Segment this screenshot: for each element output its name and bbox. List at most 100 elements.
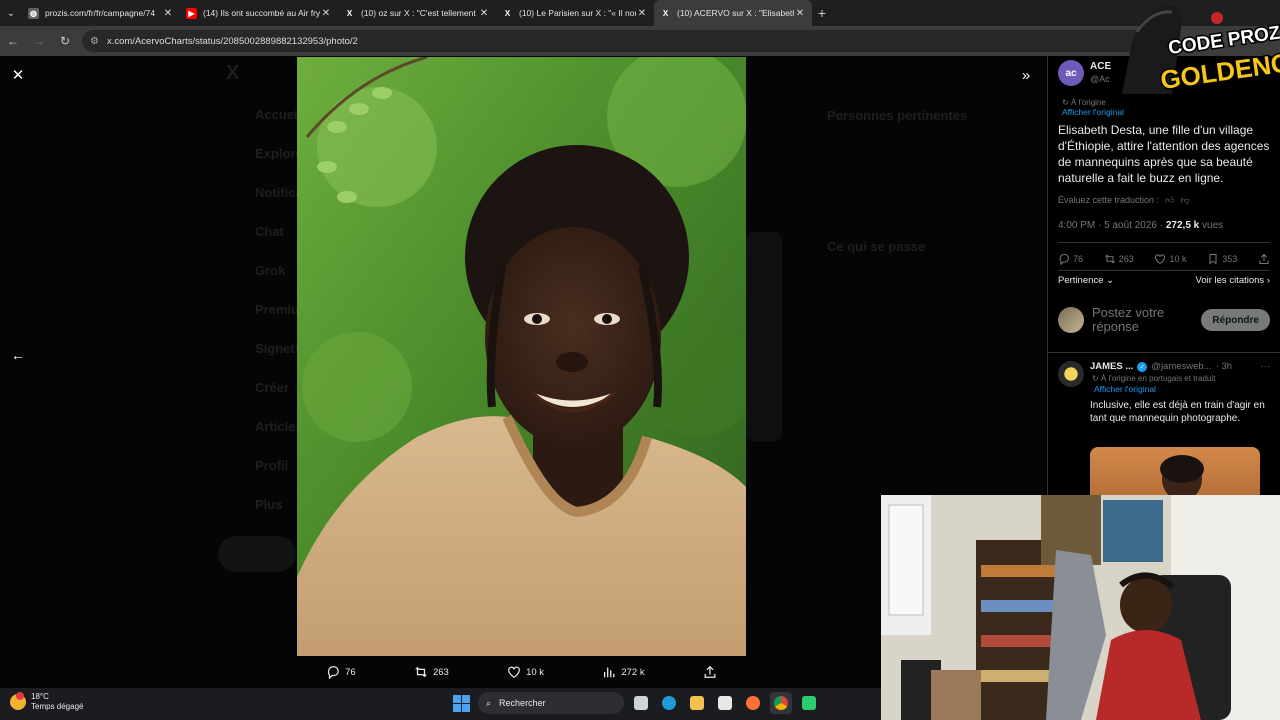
edge-icon[interactable] (658, 692, 680, 714)
reply-composer: Postez votre réponse Répondre (1058, 306, 1270, 334)
tweet-photo[interactable] (297, 57, 746, 656)
reload-icon[interactable]: ↻ (52, 34, 78, 48)
reply-header: JAMES ... ✓ @jamesweb... · 3h ··· (1090, 361, 1270, 372)
bookmark-button[interactable]: 353 (1207, 253, 1237, 265)
close-tab-icon[interactable]: ✕ (162, 8, 174, 19)
browser-tab-active[interactable]: X (10) ACERVO sur X : "Elisabeth ✕ (654, 0, 812, 26)
reply-tweet[interactable]: JAMES ... ✓ @jamesweb... · 3h ··· ↻ À l'… (1048, 352, 1280, 496)
taskbar-search[interactable]: ⌕ Rechercher (478, 692, 624, 714)
previous-photo-arrow-icon[interactable]: ← (8, 345, 28, 365)
microsoft-store-icon[interactable] (714, 692, 736, 714)
share-button[interactable] (703, 665, 717, 679)
address-bar[interactable]: ⚙ x.com/AcervoCharts/status/208500288988… (82, 30, 1152, 52)
bookmark-count: 353 (1222, 254, 1238, 264)
show-original-link[interactable]: Afficher l'original (1062, 107, 1124, 117)
heart-icon (1155, 254, 1166, 265)
close-tab-icon[interactable]: ✕ (794, 8, 806, 19)
reply-author-avatar[interactable] (1058, 361, 1084, 387)
windows-start-icon[interactable] (450, 692, 472, 714)
divider (1058, 270, 1270, 271)
reply-media-thumbnail[interactable] (1090, 447, 1260, 496)
taskbar-apps: ⌕ Rechercher (450, 692, 820, 714)
close-tab-icon[interactable]: ✕ (478, 8, 490, 19)
ghost-nav-item: Accueil (255, 107, 302, 122)
tab-search-chevron-icon[interactable]: ⌄ (0, 2, 22, 24)
chrome-icon[interactable] (770, 692, 792, 714)
reply-author-handle[interactable]: @jamesweb... (1151, 361, 1211, 372)
repost-button[interactable]: 263 (1104, 253, 1134, 265)
reply-button[interactable]: 76 (1058, 253, 1083, 265)
tweet-author[interactable]: ac ACE @Ac (1058, 60, 1111, 86)
forward-arrow-icon[interactable]: → (26, 34, 52, 48)
ghost-nav-item: Profil (255, 458, 289, 473)
rate-translation: Évaluez cette traduction : 👍︎ 👎︎ (1058, 195, 1190, 206)
thumbs-down-icon[interactable]: 👎︎ (1180, 195, 1189, 206)
reply-translated-note: ↻ À l'origine en portugais et traduit (1092, 374, 1216, 383)
author-avatar[interactable]: ac (1058, 60, 1084, 86)
views-button[interactable]: 272 k (602, 665, 645, 679)
webcam-feed (881, 495, 1280, 720)
translated-note-text: À l'origine (1070, 98, 1106, 107)
reply-text: Inclusive, elle est déjà en train d'agir… (1090, 400, 1265, 424)
tweet-actions: 76 263 10 k 353 (1058, 253, 1270, 265)
reply-input[interactable]: Postez votre réponse (1092, 306, 1192, 334)
ghost-nav-item: Grok (255, 263, 286, 278)
site-info-icon[interactable]: ⚙ (90, 36, 99, 47)
back-arrow-icon[interactable]: ← (0, 34, 26, 48)
ghost-heading: Ce qui se passe (827, 239, 926, 254)
search-placeholder: Rechercher (499, 698, 546, 708)
reply-author-name[interactable]: JAMES ... (1090, 361, 1133, 372)
weather-widget[interactable]: 18°C Temps dégagé (10, 692, 83, 712)
like-button[interactable]: 10 k (1154, 253, 1187, 265)
firefox-icon[interactable] (742, 692, 764, 714)
heart-icon (508, 666, 520, 678)
reply-count: 76 (345, 666, 356, 678)
x-icon: X (662, 8, 669, 18)
sort-dropdown[interactable]: Pertinence ⌄ (1058, 275, 1114, 286)
thumbs-up-icon[interactable]: 👍︎ (1165, 195, 1174, 206)
browser-tab[interactable]: ▶ (14) Ils ont succombé au Air fry ✕ (180, 0, 338, 26)
close-tab-icon[interactable]: ✕ (636, 8, 648, 19)
url-text: x.com/AcervoCharts/status/20850028898821… (106, 35, 358, 47)
collapse-panel-chevrons-icon[interactable]: » (1016, 66, 1036, 86)
reply-submit-button[interactable]: Répondre (1201, 309, 1270, 331)
repost-count: 263 (1118, 254, 1134, 264)
youtube-icon: ▶ (186, 7, 197, 19)
file-explorer-icon[interactable] (686, 692, 708, 714)
x-icon: X (504, 8, 511, 18)
close-tab-icon[interactable]: ✕ (320, 8, 332, 19)
browser-tab[interactable]: X (10) Le Parisien sur X : "« Il nou ✕ (496, 0, 654, 26)
ghost-nav-item: Plus (255, 497, 283, 512)
reply-button[interactable]: 76 (326, 665, 356, 679)
reply-bubble-icon (1059, 253, 1070, 265)
weather-sun-icon (10, 692, 26, 710)
translated-note: ↻ À l'origine (1062, 98, 1106, 107)
new-tab-plus-icon[interactable]: + (812, 5, 832, 21)
tweet-text: Elisabeth Desta, une fille d'un village … (1058, 123, 1270, 185)
like-count: 10 k (1169, 254, 1187, 264)
bookmark-icon (1209, 253, 1217, 265)
browser-tab[interactable]: X (10) oz sur X : "C'est tellement l ✕ (338, 0, 496, 26)
current-user-avatar[interactable] (1058, 307, 1084, 333)
tweet-timestamp[interactable]: 4:00 PM · 5 août 2026 · (1058, 220, 1163, 231)
like-button[interactable]: 10 k (507, 665, 544, 679)
task-view-icon[interactable] (630, 692, 652, 714)
tab-title: (10) oz sur X : "C'est tellement l (361, 8, 478, 18)
alert-badge (16, 692, 24, 700)
browser-tab[interactable]: ◍ prozis.com/fr/fr/campagne/74 ✕ (22, 0, 180, 26)
reply-show-original-link[interactable]: Afficher l'original (1094, 384, 1156, 394)
share-button[interactable] (1258, 253, 1270, 265)
views-count: 272 k (621, 666, 645, 678)
repost-count: 263 (432, 666, 449, 678)
webcam-overlay (881, 495, 1280, 720)
reply-media-image (1160, 455, 1204, 496)
ghost-heading: Personnes pertinentes (827, 108, 968, 123)
close-viewer-icon[interactable]: ✕ (8, 66, 28, 86)
repost-button[interactable]: 263 (414, 665, 449, 679)
author-handle[interactable]: @Ac (1090, 73, 1111, 85)
stream-promo-logo: CODE PROZIS GOLDENG (1112, 2, 1280, 97)
quotes-link[interactable]: Voir les citations › (1196, 275, 1270, 286)
more-options-icon[interactable]: ··· (1261, 361, 1271, 372)
streaming-app-icon[interactable] (798, 692, 820, 714)
author-name[interactable]: ACE (1090, 61, 1111, 73)
